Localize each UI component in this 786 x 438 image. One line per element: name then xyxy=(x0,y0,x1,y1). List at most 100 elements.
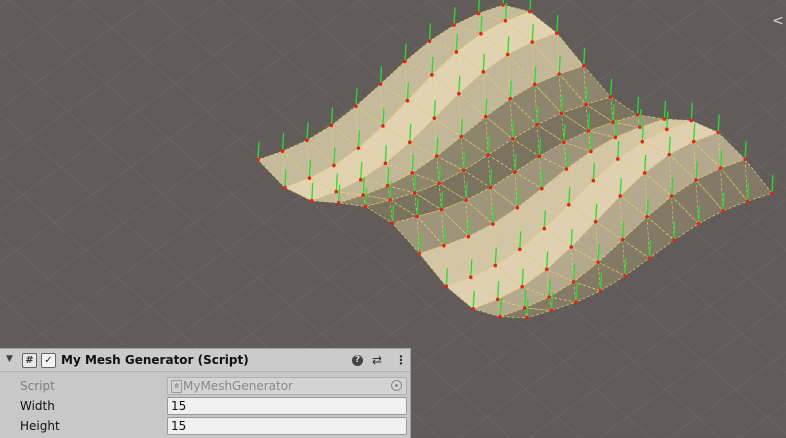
vertex-gizmo xyxy=(466,234,471,239)
vertex-gizmo xyxy=(598,289,603,293)
width-row: Width 15 xyxy=(0,397,410,415)
height-field[interactable]: 15 xyxy=(167,417,407,435)
vertex-gizmo xyxy=(307,176,312,180)
vertex-gizmo xyxy=(638,125,642,129)
vertex-gizmo xyxy=(427,39,432,44)
vertex-gizmo xyxy=(584,102,588,107)
vertex-gizmo xyxy=(645,214,649,219)
normal-gizmo xyxy=(379,66,383,85)
object-picker-icon[interactable] xyxy=(391,380,402,391)
normal-gizmo xyxy=(404,43,407,62)
vertex-gizmo xyxy=(388,198,392,202)
vertex-gizmo xyxy=(574,300,578,304)
width-field[interactable]: 15 xyxy=(167,397,407,415)
enable-checkbox[interactable]: ✓ xyxy=(41,353,56,368)
normal-gizmo xyxy=(330,107,334,126)
vertex-gizmo xyxy=(417,251,422,256)
normal-gizmo xyxy=(355,88,358,107)
script-object-field[interactable]: # MyMeshGenerator xyxy=(167,377,407,395)
normal-gizmo xyxy=(771,175,774,194)
vertex-gizmo xyxy=(618,194,622,198)
script-row: Script # MyMeshGenerator xyxy=(0,377,410,395)
vertex-gizmo xyxy=(476,11,481,16)
height-value: 15 xyxy=(171,419,187,433)
vertex-gizmo xyxy=(745,199,750,203)
floor-grid-line xyxy=(709,0,786,68)
vertex-gizmo xyxy=(528,9,532,14)
vertex-gizmo xyxy=(635,113,640,117)
vertex-gizmo xyxy=(518,247,522,252)
vertex-gizmo xyxy=(525,315,529,320)
vertex-gizmo xyxy=(620,237,625,242)
vertex-gizmo xyxy=(410,171,415,175)
vertex-gizmo xyxy=(305,138,309,143)
vertex-gizmo xyxy=(691,139,696,144)
vertex-gizmo xyxy=(569,245,573,249)
vertex-gizmo xyxy=(581,64,586,68)
normal-gizmo xyxy=(428,23,432,42)
component-header[interactable]: ▼ # ✓ My Mesh Generator (Script) ? ⇄ ⋮ xyxy=(0,349,410,372)
vertex-gizmo xyxy=(665,127,669,132)
script-icon: # xyxy=(22,353,37,368)
vertex-gizmo xyxy=(415,214,419,219)
vertex-gizmo xyxy=(471,307,476,311)
vertex-gizmo xyxy=(510,137,515,141)
normal-gizmo xyxy=(636,96,640,115)
vertex-gizmo xyxy=(412,191,417,195)
vertex-gizmo xyxy=(280,149,285,154)
vertex-gizmo xyxy=(669,194,674,198)
vertex-gizmo xyxy=(571,280,576,284)
vertex-gizmo xyxy=(332,163,336,168)
foldout-arrow-icon[interactable]: ▼ xyxy=(6,354,13,364)
vertex-gizmo xyxy=(522,306,527,310)
help-icon[interactable]: ? xyxy=(352,355,363,366)
vertex-gizmo xyxy=(672,238,676,242)
vertex-gizmo xyxy=(493,263,498,268)
vertex-gizmo xyxy=(694,178,698,182)
vertex-gizmo xyxy=(495,297,500,302)
vertex-gizmo xyxy=(616,157,620,161)
normal-gizmo xyxy=(744,141,747,160)
vertex-gizmo xyxy=(667,152,671,157)
vertex-gizmo xyxy=(444,284,449,289)
vertex-gizmo xyxy=(716,130,720,135)
normal-gizmo xyxy=(281,133,285,152)
vertex-gizmo xyxy=(464,198,468,203)
height-label: Height xyxy=(20,419,60,433)
vertex-gizmo xyxy=(354,104,358,109)
vertex-gizmo xyxy=(356,146,361,150)
presets-icon[interactable]: ⇄ xyxy=(372,353,382,367)
normal-gizmo xyxy=(453,7,456,26)
script-label: Script xyxy=(20,379,55,393)
normal-gizmo xyxy=(556,15,559,34)
height-row: Height 15 xyxy=(0,417,410,435)
vertex-gizmo xyxy=(537,154,542,159)
vertex-gizmo xyxy=(310,198,314,203)
vertex-gizmo xyxy=(623,274,627,278)
vertex-gizmo xyxy=(503,18,508,23)
vertex-gizmo xyxy=(403,59,407,64)
vertex-gizmo xyxy=(481,70,486,74)
vertex-gizmo xyxy=(591,178,596,183)
vertex-gizmo xyxy=(555,31,559,35)
script-value: MyMeshGenerator xyxy=(183,379,293,393)
vertex-gizmo xyxy=(363,204,368,209)
width-value: 15 xyxy=(171,399,187,413)
vertex-gizmo xyxy=(718,166,723,170)
vertex-gizmo xyxy=(361,193,366,197)
vertex-gizmo xyxy=(486,153,490,157)
scene-gizmo-arrow[interactable]: < xyxy=(772,14,784,28)
vertex-gizmo xyxy=(549,308,554,313)
vertex-gizmo xyxy=(385,183,390,188)
vertex-gizmo xyxy=(562,140,566,145)
vertex-gizmo xyxy=(696,221,701,226)
vertex-gizmo xyxy=(461,168,466,173)
more-options-icon[interactable]: ⋮ xyxy=(395,353,407,367)
vertex-gizmo xyxy=(359,177,363,182)
vertex-gizmo xyxy=(336,201,341,205)
vertex-gizmo xyxy=(647,256,652,260)
vertex-gizmo xyxy=(430,73,434,77)
vertex-gizmo xyxy=(557,72,561,76)
vertex-gizmo xyxy=(662,117,667,121)
vertex-gizmo xyxy=(454,50,459,54)
